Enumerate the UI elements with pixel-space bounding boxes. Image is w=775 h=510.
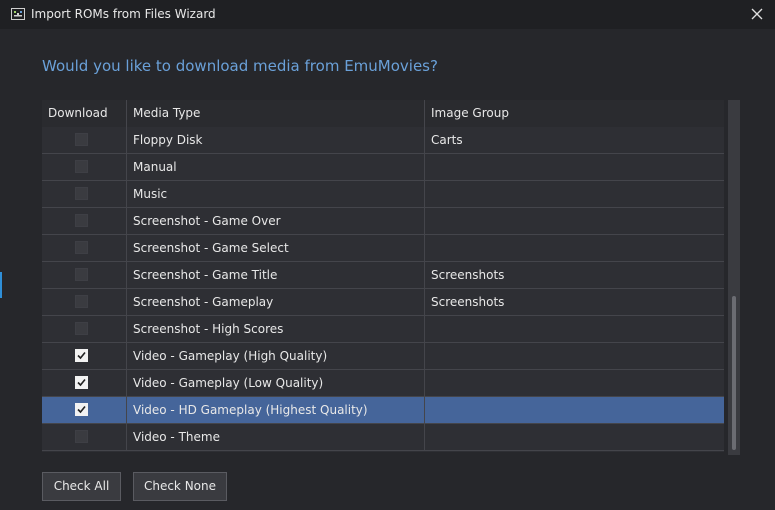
image-group-cell: Carts [431, 133, 463, 147]
download-checkbox[interactable] [75, 241, 88, 254]
table-row[interactable]: Screenshot - Game Title Screenshots [42, 262, 724, 289]
download-checkbox[interactable] [75, 214, 88, 227]
check-none-button[interactable]: Check None [133, 472, 227, 501]
download-checkbox[interactable] [75, 160, 88, 173]
table-row[interactable]: Screenshot - Gameplay Screenshots [42, 289, 724, 316]
download-checkbox[interactable] [75, 430, 88, 443]
download-cell [42, 316, 127, 342]
download-checkbox[interactable] [75, 133, 88, 146]
download-cell [42, 208, 127, 234]
download-cell [42, 262, 127, 288]
image-group-cell [425, 235, 724, 261]
table-header: Download Media Type Image Group [42, 100, 724, 128]
media-type-cell: Floppy Disk [127, 127, 425, 153]
download-checkbox[interactable] [75, 268, 88, 281]
window-edge-accent [0, 272, 2, 298]
page-title: Would you like to download media from Em… [42, 57, 438, 75]
column-header-media-type[interactable]: Media Type [127, 100, 425, 127]
table-row[interactable]: Floppy Disk Carts [42, 127, 724, 154]
download-cell [42, 424, 127, 450]
image-group-cell [425, 154, 724, 180]
download-checkbox[interactable] [75, 295, 88, 308]
image-group-cell [425, 181, 724, 207]
image-group-cell [425, 208, 724, 234]
table-row[interactable]: Manual [42, 154, 724, 181]
download-checkbox[interactable] [75, 187, 88, 200]
app-icon [11, 8, 25, 20]
media-type-table: Download Media Type Image Group Floppy D… [42, 100, 724, 452]
media-type-cell: Video - Gameplay (Low Quality) [127, 370, 425, 396]
table-row[interactable]: Video - Gameplay (High Quality) [42, 343, 724, 370]
download-cell [42, 343, 127, 369]
image-group-cell [425, 370, 724, 396]
table-row[interactable]: Screenshot - Game Select [42, 235, 724, 262]
title-bar: Import ROMs from Files Wizard [0, 0, 775, 29]
image-group-cell [425, 316, 724, 342]
image-group-cell: Screenshots [431, 295, 505, 309]
download-cell [42, 289, 127, 315]
media-type-cell: Video - Gameplay (High Quality) [127, 343, 425, 369]
media-type-cell: Screenshot - Game Over [127, 208, 425, 234]
media-type-cell: Manual [127, 154, 425, 180]
media-type-cell: Screenshot - Game Select [127, 235, 425, 261]
download-cell [42, 154, 127, 180]
close-icon[interactable] [748, 5, 766, 23]
checkmark-icon [77, 378, 86, 387]
table-row[interactable]: Screenshot - High Scores [42, 316, 724, 343]
download-checkbox[interactable] [75, 349, 88, 362]
media-type-cell: Music [127, 181, 425, 207]
media-type-cell: Video - Theme [127, 424, 425, 450]
download-checkbox[interactable] [75, 403, 88, 416]
download-cell [42, 181, 127, 207]
scrollbar-thumb[interactable] [732, 296, 736, 450]
table-row[interactable]: Screenshot - Game Over [42, 208, 724, 235]
image-group-cell [425, 397, 724, 423]
download-cell [42, 397, 127, 423]
media-type-cell: Video - HD Gameplay (Highest Quality) [127, 397, 425, 423]
download-cell [42, 127, 127, 153]
media-type-cell: Screenshot - High Scores [127, 316, 425, 342]
check-all-button[interactable]: Check All [42, 472, 121, 501]
download-cell [42, 370, 127, 396]
checkmark-icon [77, 405, 86, 414]
image-group-cell: Screenshots [431, 268, 505, 282]
media-type-cell: Screenshot - Gameplay [127, 289, 425, 315]
download-cell [42, 235, 127, 261]
table-row[interactable]: Video - Theme [42, 424, 724, 451]
download-checkbox[interactable] [75, 376, 88, 389]
download-checkbox[interactable] [75, 322, 88, 335]
checkmark-icon [77, 351, 86, 360]
table-row[interactable]: Music [42, 181, 724, 208]
window-title: Import ROMs from Files Wizard [31, 7, 216, 21]
media-type-cell: Screenshot - Game Title [127, 262, 425, 288]
column-header-image-group[interactable]: Image Group [425, 100, 724, 127]
table-row[interactable]: Video - HD Gameplay (Highest Quality) [42, 397, 724, 424]
table-row[interactable]: Video - Gameplay (Low Quality) [42, 370, 724, 397]
image-group-cell [425, 424, 724, 450]
column-header-download[interactable]: Download [42, 100, 127, 127]
image-group-cell [425, 343, 724, 369]
